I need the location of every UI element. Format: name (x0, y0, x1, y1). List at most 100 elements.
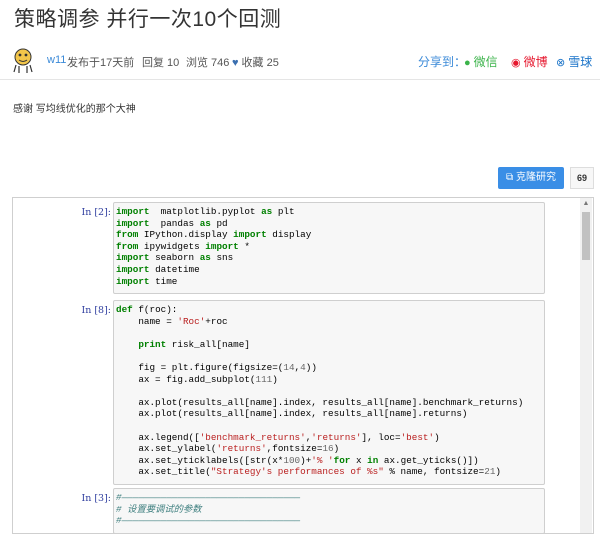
code-token: import (116, 263, 150, 275)
code-token: ax.set_yticklabels([str(x* (116, 454, 284, 466)
code-token: 'returns' (216, 443, 267, 455)
code-token: 'benchmark_returns' (199, 431, 306, 443)
code-token: time (149, 275, 178, 287)
code-token: ax.set_title( (116, 466, 211, 478)
code-token: f(roc): (132, 304, 178, 315)
cell-prompt: In [3]: (81, 493, 111, 504)
code-token: x (350, 454, 368, 466)
code-token: ], loc= (361, 431, 401, 443)
heart-icon: ♥ (232, 57, 239, 69)
code-token: #———————————————————————————————— (116, 492, 301, 503)
share-weibo-label: 微博 (523, 55, 548, 69)
clone-count: 69 (570, 167, 594, 189)
code-token: as (199, 217, 211, 229)
notebook-viewer[interactable]: In [2]: import matplotlib.pyplot as plt i… (12, 197, 594, 534)
code-token: IPython.display (138, 229, 234, 241)
avatar[interactable] (10, 46, 36, 74)
scroll-up-icon[interactable]: ▲ (580, 198, 592, 210)
code-token: ax.plot(results_all[name].index, results… (116, 396, 524, 408)
code-token: plt (272, 206, 295, 217)
code-token: from (116, 240, 139, 252)
code-token: print (116, 338, 167, 350)
code-token: % name, fontsize= (383, 466, 485, 478)
code-token: #———————————————————————————————— (116, 515, 301, 527)
code-token: ,fontsize= (266, 443, 323, 455)
code-token: )) (305, 361, 317, 373)
code-token: ax = fig.add_subplot( (116, 373, 256, 385)
code-token: ) (333, 443, 340, 455)
code-block: def f(roc): name = 'Roc'+roc print risk_… (114, 301, 544, 478)
code-token: import (116, 275, 150, 287)
favorite-button[interactable]: ♥ 收藏 25 (232, 54, 279, 70)
cell-prompt: In [8]: (81, 305, 111, 316)
share-xueqiu-label: 雪球 (568, 55, 593, 69)
code-token: import (116, 252, 150, 264)
code-block: import matplotlib.pyplot as plt import p… (114, 203, 544, 287)
view-count: 浏览 746 (186, 57, 230, 69)
code-token: 100 (283, 454, 301, 466)
code-token: * (238, 240, 250, 252)
code-token: "Strategy's performances of %s" (210, 466, 384, 478)
posted-time: 发布于17天前 (67, 57, 135, 69)
code-token: +roc (205, 315, 228, 327)
code-token: 111 (255, 373, 273, 385)
code-token: ) (495, 466, 501, 478)
code-input[interactable]: import matplotlib.pyplot as plt import p… (113, 202, 545, 295)
code-token: ax.legend([ (116, 431, 200, 443)
code-token: name = (116, 315, 178, 327)
code-token: ax.get_yticks()]) (378, 454, 479, 466)
code-token: risk_all[name] (166, 338, 250, 350)
reply-count: 回复 10 (142, 57, 180, 69)
code-token: display (266, 229, 312, 241)
share-wechat-label: 微信 (473, 55, 498, 69)
code-token: import (116, 206, 150, 217)
code-token: fig = plt.figure(figsize=( (116, 361, 284, 373)
code-token: ax.plot(results_all[name].index, results… (116, 408, 468, 420)
code-token: sns (210, 252, 234, 264)
code-token: import (233, 229, 267, 241)
code-token: 14 (283, 361, 295, 373)
notebook-scrollbar[interactable]: ▲ (580, 198, 592, 533)
code-token: seaborn (149, 252, 200, 264)
code-token: 21 (484, 466, 496, 478)
code-input[interactable]: def f(roc): name = 'Roc'+roc print risk_… (113, 300, 545, 485)
scroll-thumb[interactable] (582, 212, 590, 260)
weibo-icon: ◉ (511, 57, 521, 69)
code-token: def (116, 304, 133, 315)
code-token: pandas (149, 217, 200, 229)
code-token: in (367, 454, 379, 466)
code-token: as (199, 252, 211, 264)
cell-prompt: In [2]: (81, 207, 111, 218)
share-weibo-button[interactable]: ◉ 微博 (511, 53, 548, 70)
share-xueqiu-button[interactable]: ⊗ 雪球 (556, 53, 592, 70)
clone-research-button[interactable]: ⧉ 克隆研究 (498, 167, 564, 189)
author-link[interactable]: w11 (47, 54, 66, 66)
code-token: 'best' (400, 431, 435, 443)
code-token: from (116, 229, 139, 241)
code-token: '% ' (311, 454, 334, 466)
meta-divider (0, 79, 600, 80)
code-token: 'Roc' (177, 315, 206, 327)
code-token: as (261, 206, 273, 217)
code-token: ax.set_ylabel( (116, 443, 217, 455)
notebook-content: In [2]: import matplotlib.pyplot as plt i… (35, 198, 582, 533)
code-token: import (116, 217, 150, 229)
code-token: for (333, 454, 351, 466)
code-token: # 设置要调试的参数 (116, 503, 202, 515)
wechat-icon: ● (464, 57, 471, 69)
code-token: )+ (300, 454, 312, 466)
code-token: ) (434, 431, 440, 443)
xueqiu-icon: ⊗ (556, 57, 566, 69)
code-token: matplotlib.pyplot (149, 206, 262, 217)
code-block: #———————————————————————————————— # 设置要调… (114, 489, 544, 527)
share-wechat-button[interactable]: ● 微信 (464, 53, 498, 70)
code-token: 'returns' (311, 431, 362, 443)
clone-label: 克隆研究 (515, 172, 556, 183)
code-token: ipywidgets (138, 240, 206, 252)
clone-icon: ⧉ (506, 172, 516, 183)
code-token: pd (210, 217, 228, 229)
code-token: ) (272, 373, 278, 385)
code-token: datetime (149, 263, 200, 275)
code-token: import (205, 240, 239, 252)
share-label: 分享到： (418, 55, 467, 69)
